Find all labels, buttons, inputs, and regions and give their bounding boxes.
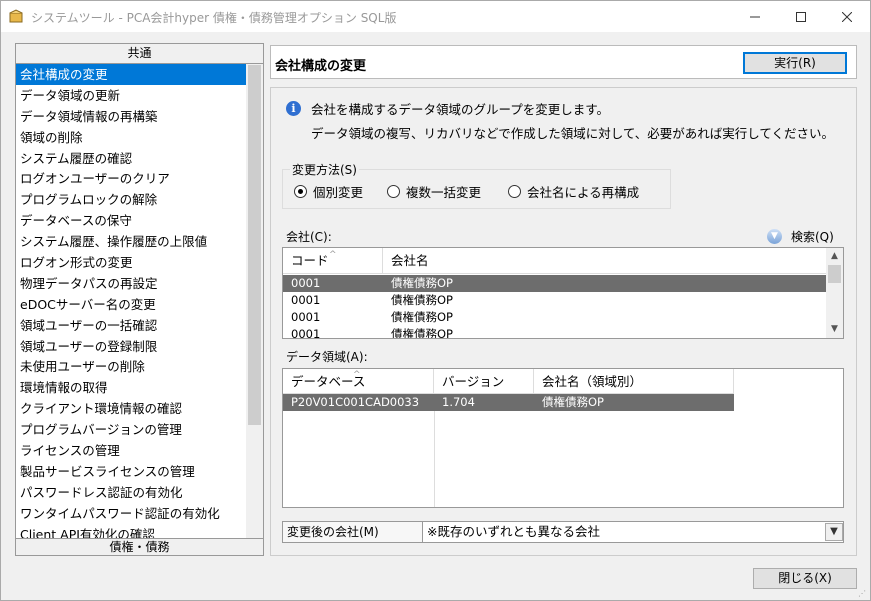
close-button[interactable]: 閉じる(X) [753, 568, 857, 589]
data-grid-header: データベース ^ バージョン 会社名（領域別） [283, 369, 734, 394]
search-dropdown-icon[interactable]: ▼ [767, 229, 782, 244]
after-company-label: 変更後の会社(M) [283, 522, 423, 542]
company-grid[interactable]: コード ^ 会社名 0001 債権債務OP 0001 債権債務OP 0001 債… [282, 247, 844, 339]
sort-icon: ^ [353, 370, 361, 380]
sidebar-item[interactable]: システム履歴の確認 [16, 148, 246, 169]
column-divider [434, 411, 435, 507]
company-grid-scrollbar[interactable]: ▲ ▼ [826, 248, 843, 338]
table-row[interactable]: 0001 債権債務OP [283, 275, 827, 292]
column-header-company-name[interactable]: 会社名（領域別） [534, 369, 734, 394]
radio-label: 個別変更 [313, 185, 364, 200]
sidebar-item[interactable]: 領域ユーザーの登録制限 [16, 336, 246, 357]
info-text: 会社を構成するデータ領域のグループを変更します。 [311, 102, 610, 117]
info-icon: i [286, 101, 301, 116]
scrollbar-thumb[interactable] [828, 265, 841, 283]
sidebar-header[interactable]: 共通 [16, 44, 263, 64]
radio-label: 会社名による再構成 [527, 185, 640, 200]
radio-bulk[interactable]: 複数一括変更 [387, 182, 481, 201]
sidebar-scrollbar[interactable] [246, 64, 263, 538]
sidebar-item[interactable]: 物理データパスの再設定 [16, 273, 246, 294]
table-row[interactable]: 0001 債権債務OP [283, 292, 827, 309]
radio-indicator[interactable] [387, 185, 400, 198]
radio-indicator[interactable] [508, 185, 521, 198]
maximize-icon[interactable] [778, 1, 824, 32]
sidebar-item[interactable]: クライアント環境情報の確認 [16, 398, 246, 419]
column-header-code[interactable]: コード ^ [283, 248, 383, 274]
table-row[interactable]: 0001 債権債務OP [283, 326, 827, 338]
chevron-down-icon[interactable]: ▼ [825, 523, 843, 541]
app-icon [9, 9, 23, 23]
company-label: 会社(C): [286, 230, 332, 244]
sort-icon: ^ [329, 250, 337, 260]
minimize-icon[interactable] [732, 1, 778, 32]
sidebar-item[interactable]: プログラムバージョンの管理 [16, 419, 246, 440]
sidebar-item[interactable]: プログラムロックの解除 [16, 189, 246, 210]
column-header-name[interactable]: 会社名 [383, 248, 826, 274]
info-text: データ領域の複写、リカバリなどで作成した領域に対して、必要があれば実行してくださ… [311, 126, 835, 141]
sidebar: 共通 会社構成の変更 データ領域の更新 データ領域情報の再構築 領域の削除 シス… [15, 43, 264, 556]
sidebar-list: 会社構成の変更 データ領域の更新 データ領域情報の再構築 領域の削除 システム履… [16, 64, 246, 538]
sidebar-footer[interactable]: 債権・債務 [16, 538, 263, 555]
window-title: システムツール - PCA会計hyper 債権・債務管理オプション SQL版 [31, 11, 397, 25]
sidebar-item[interactable]: ログオンユーザーのクリア [16, 168, 246, 189]
column-header-version[interactable]: バージョン [434, 369, 534, 394]
sidebar-item[interactable]: 領域ユーザーの一括確認 [16, 315, 246, 336]
after-company-select[interactable]: 変更後の会社(M) ※既存のいずれとも異なる会社 ▼ [282, 521, 844, 543]
sidebar-item[interactable]: Client API有効化の確認 [16, 524, 246, 538]
scroll-down-icon[interactable]: ▼ [826, 321, 843, 338]
table-row[interactable]: P20V01C001CAD0033 1.704 債権債務OP [283, 394, 734, 411]
table-row[interactable]: 0001 債権債務OP [283, 309, 827, 326]
radio-individual[interactable]: 個別変更 [294, 182, 363, 201]
sidebar-item[interactable]: 環境情報の取得 [16, 377, 246, 398]
close-icon[interactable] [824, 1, 870, 32]
search-link[interactable]: 検索(Q) [791, 228, 834, 245]
sidebar-item[interactable]: データ領域情報の再構築 [16, 106, 246, 127]
sidebar-item[interactable]: パスワードレス認証の有効化 [16, 482, 246, 503]
method-legend: 変更方法(S) [290, 161, 359, 178]
page-title: 会社構成の変更 [275, 59, 367, 74]
scroll-up-icon[interactable]: ▲ [826, 248, 843, 265]
app-window: システムツール - PCA会計hyper 債権・債務管理オプション SQL版 共… [0, 0, 871, 601]
sidebar-item[interactable]: 未使用ユーザーの削除 [16, 356, 246, 377]
sidebar-item[interactable]: データベースの保守 [16, 210, 246, 231]
after-company-value: ※既存のいずれとも異なる会社 [427, 524, 600, 539]
data-area-label: データ領域(A): [286, 350, 368, 364]
sidebar-item[interactable]: ログオン形式の変更 [16, 252, 246, 273]
column-header-database[interactable]: データベース ^ [283, 369, 434, 394]
sidebar-item[interactable]: 領域の削除 [16, 127, 246, 148]
radio-rebuild[interactable]: 会社名による再構成 [508, 182, 639, 201]
execute-button[interactable]: 実行(R) [743, 52, 847, 74]
main-header: 会社構成の変更 実行(R) [270, 45, 857, 79]
sidebar-item[interactable]: データ領域の更新 [16, 85, 246, 106]
company-grid-header: コード ^ 会社名 [283, 248, 843, 274]
sidebar-item[interactable]: ライセンスの管理 [16, 440, 246, 461]
sidebar-item[interactable]: ワンタイムパスワード認証の有効化 [16, 503, 246, 524]
radio-indicator[interactable] [294, 185, 307, 198]
data-area-grid[interactable]: データベース ^ バージョン 会社名（領域別） P20V01C001CAD003… [282, 368, 844, 508]
resize-grip-icon[interactable]: ⋰ [858, 589, 868, 599]
radio-label: 複数一括変更 [406, 185, 482, 200]
sidebar-item[interactable]: 製品サービスライセンスの管理 [16, 461, 246, 482]
sidebar-item[interactable]: 会社構成の変更 [16, 64, 246, 85]
sidebar-item[interactable]: システム履歴、操作履歴の上限値 [16, 231, 246, 252]
title-bar[interactable]: システムツール - PCA会計hyper 債権・債務管理オプション SQL版 [1, 1, 870, 32]
sidebar-scrollbar-thumb[interactable] [248, 65, 261, 425]
sidebar-item[interactable]: eDOCサーバー名の変更 [16, 294, 246, 315]
